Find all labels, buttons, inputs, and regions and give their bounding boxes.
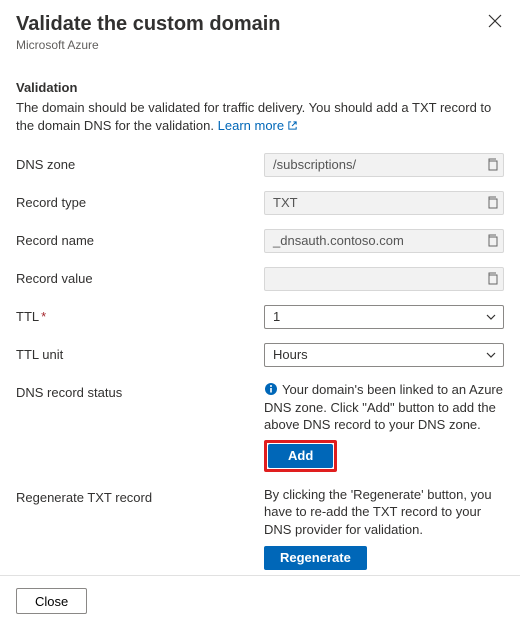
copy-icon[interactable] bbox=[485, 233, 499, 247]
record-name-label: Record name bbox=[16, 229, 264, 248]
validation-section-title: Validation bbox=[16, 80, 504, 95]
chevron-down-icon bbox=[485, 349, 497, 361]
copy-icon[interactable] bbox=[485, 157, 499, 171]
learn-more-link[interactable]: Learn more bbox=[218, 118, 298, 133]
ttl-unit-field[interactable]: Hours bbox=[264, 343, 504, 367]
regenerate-button[interactable]: Regenerate bbox=[264, 546, 367, 570]
ttl-field[interactable]: 1 bbox=[264, 305, 504, 329]
info-icon bbox=[264, 382, 278, 396]
dns-record-status-label: DNS record status bbox=[16, 381, 264, 400]
close-icon[interactable] bbox=[486, 12, 504, 33]
chevron-down-icon bbox=[485, 311, 497, 323]
record-value-label: Record value bbox=[16, 267, 264, 286]
add-button-highlight: Add bbox=[264, 440, 337, 472]
ttl-label: TTL* bbox=[16, 305, 264, 324]
record-name-field: _dnsauth.contoso.com bbox=[264, 229, 504, 253]
page-subtitle: Microsoft Azure bbox=[16, 38, 281, 52]
external-link-icon bbox=[287, 118, 298, 136]
dns-record-status-text: Your domain's been linked to an Azure DN… bbox=[264, 381, 504, 434]
copy-icon[interactable] bbox=[485, 195, 499, 209]
add-button[interactable]: Add bbox=[268, 444, 333, 468]
close-button[interactable]: Close bbox=[16, 588, 87, 614]
dns-zone-field: /subscriptions/ bbox=[264, 153, 504, 177]
regenerate-text: By clicking the 'Regenerate' button, you… bbox=[264, 486, 504, 539]
dns-zone-label: DNS zone bbox=[16, 153, 264, 172]
page-title: Validate the custom domain bbox=[16, 12, 281, 36]
validation-description: The domain should be validated for traff… bbox=[16, 99, 504, 135]
ttl-unit-label: TTL unit bbox=[16, 343, 264, 362]
copy-icon[interactable] bbox=[485, 271, 499, 285]
record-value-field bbox=[264, 267, 504, 291]
regenerate-label: Regenerate TXT record bbox=[16, 486, 264, 505]
record-type-label: Record type bbox=[16, 191, 264, 210]
record-type-field: TXT bbox=[264, 191, 504, 215]
